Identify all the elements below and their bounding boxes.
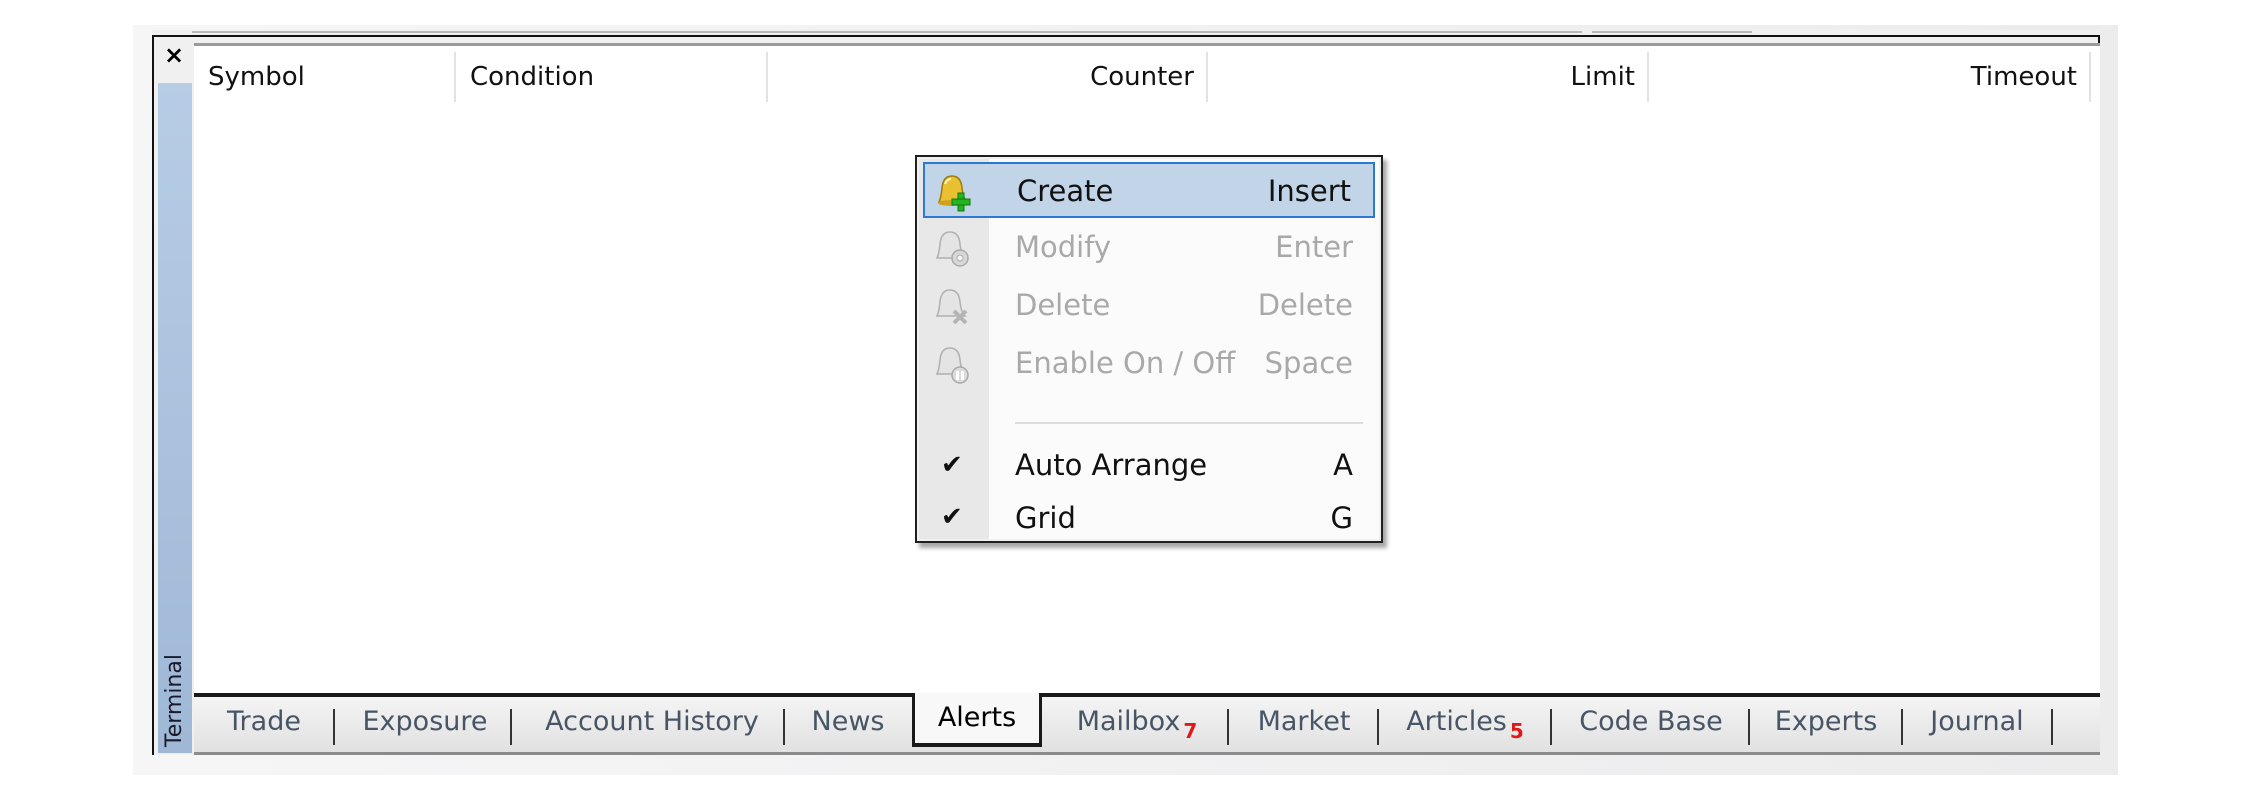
terminal-side-tab[interactable]: Terminal <box>158 83 192 753</box>
tab-mailbox[interactable]: Mailbox 7 <box>1052 697 1222 749</box>
tab-separator <box>1550 709 1552 745</box>
tab-separator <box>2051 709 2053 745</box>
close-panel-button[interactable]: × <box>160 41 188 69</box>
column-header-symbol[interactable]: Symbol <box>194 52 456 102</box>
menu-item-label: Grid <box>1015 501 1076 535</box>
tab-trade[interactable]: Trade <box>216 697 312 749</box>
tab-exposure[interactable]: Exposure <box>344 697 506 749</box>
tab-label: Experts <box>1774 706 1878 737</box>
tab-news[interactable]: News <box>792 697 904 749</box>
list-header: Symbol Condition Counter Limit Timeout <box>194 46 2100 106</box>
splitter-bar[interactable] <box>192 31 1582 33</box>
tab-label: Market <box>1257 706 1351 737</box>
menu-item-label: Modify <box>1015 230 1112 264</box>
column-header-timeout[interactable]: Timeout <box>1649 52 2091 102</box>
column-header-counter[interactable]: Counter <box>768 52 1208 102</box>
tab-alerts[interactable]: Alerts <box>912 693 1042 747</box>
menu-item-label: Enable On / Off <box>1015 346 1236 380</box>
tab-articles[interactable]: Articles 5 <box>1386 697 1544 749</box>
menu-item-delete[interactable]: Delete Delete <box>923 278 1375 334</box>
menu-item-modify[interactable]: Modify Enter <box>923 220 1375 276</box>
terminal-side-label: Terminal <box>162 654 187 747</box>
menu-item-auto-arrange[interactable]: ✔ Auto Arrange A <box>923 438 1375 494</box>
tab-label: Code Base <box>1579 706 1723 737</box>
menu-item-label: Auto Arrange <box>1015 448 1208 482</box>
close-icon: × <box>163 41 185 69</box>
splitter-bar-right[interactable] <box>1592 31 1752 33</box>
tab-separator <box>783 709 785 745</box>
unread-badge: 5 <box>1509 719 1524 743</box>
terminal-tab-bar: Trade Exposure Account History News Aler… <box>194 693 2100 755</box>
checkmark-icon: ✔ <box>941 450 963 480</box>
menu-item-shortcut: G <box>1330 501 1353 535</box>
tab-separator <box>333 709 335 745</box>
menu-item-grid[interactable]: ✔ Grid G <box>923 496 1375 540</box>
menu-item-shortcut: A <box>1333 448 1353 482</box>
tab-separator <box>1901 709 1903 745</box>
tab-label: Articles <box>1406 706 1507 737</box>
tab-label: Journal <box>1930 706 2024 737</box>
tab-label: Alerts <box>937 702 1017 733</box>
bell-delete-icon <box>935 289 968 325</box>
tab-account-history[interactable]: Account History <box>522 697 782 749</box>
tab-label: Mailbox <box>1076 706 1181 737</box>
column-label: Counter <box>1090 62 1194 92</box>
tab-label: Trade <box>227 706 301 737</box>
menu-item-shortcut: Delete <box>1257 288 1353 322</box>
column-label: Timeout <box>1970 62 2077 92</box>
menu-item-shortcut: Enter <box>1275 230 1353 264</box>
tab-label: News <box>811 706 885 737</box>
menu-item-enable-toggle[interactable]: Enable On / Off Space <box>923 336 1375 392</box>
tab-separator <box>510 709 512 745</box>
tab-separator <box>1748 709 1750 745</box>
menu-separator <box>1015 422 1363 424</box>
column-header-condition[interactable]: Condition <box>456 52 768 102</box>
tab-experts[interactable]: Experts <box>1756 697 1896 749</box>
tab-bar-bottom-border <box>194 752 2100 755</box>
column-label: Symbol <box>208 62 305 92</box>
bell-gear-icon <box>935 231 969 267</box>
column-label: Limit <box>1570 62 1635 92</box>
tab-separator <box>1377 709 1379 745</box>
column-header-limit[interactable]: Limit <box>1208 52 1649 102</box>
menu-item-shortcut: Space <box>1264 346 1353 380</box>
tab-journal[interactable]: Journal <box>1908 697 2046 749</box>
tab-label: Exposure <box>362 706 488 737</box>
unread-badge: 7 <box>1183 719 1198 743</box>
menu-item-label: Delete <box>1015 288 1111 322</box>
tab-market[interactable]: Market <box>1234 697 1374 749</box>
context-menu: Create Insert Modify Enter Delete Delete… <box>915 155 1383 543</box>
bell-pause-icon <box>935 347 969 384</box>
tab-label: Account History <box>545 706 759 737</box>
menu-item-label: Create <box>1017 174 1114 208</box>
menu-item-shortcut: Insert <box>1267 174 1351 208</box>
bell-add-icon <box>937 175 971 212</box>
tab-code-base[interactable]: Code Base <box>1558 697 1744 749</box>
checkmark-icon: ✔ <box>941 502 963 532</box>
menu-item-create[interactable]: Create Insert <box>923 162 1375 218</box>
column-label: Condition <box>470 62 595 92</box>
tab-separator <box>1227 709 1229 745</box>
